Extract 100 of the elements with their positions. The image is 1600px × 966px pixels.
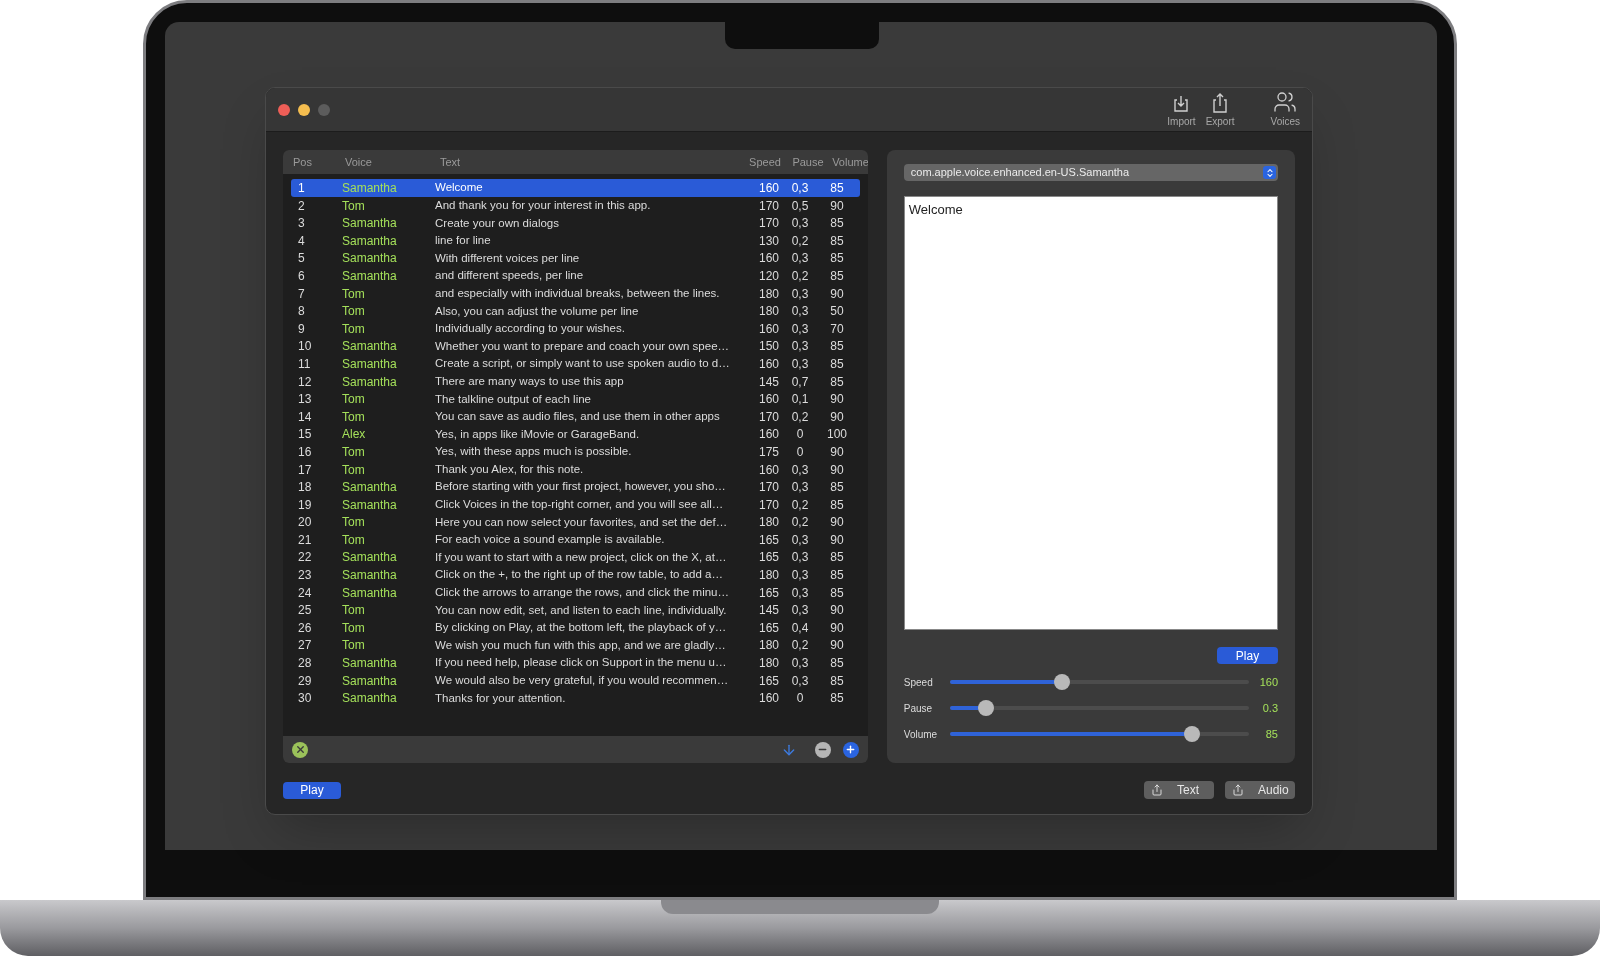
remove-row-button[interactable] [814, 741, 831, 758]
close-button[interactable] [278, 103, 290, 116]
table-cell-text: 10 [298, 338, 313, 356]
share-button[interactable]: Text [1144, 781, 1214, 799]
table-cell-text: Tom [342, 637, 366, 655]
table-row[interactable]: 23 Samantha Click on the +, to the right up of the row table, to add a… 180 0,3 85 [291, 566, 860, 584]
table-cell-text: 0 [795, 690, 805, 708]
text-area[interactable]: Welcome [903, 196, 1278, 630]
column-header[interactable]: Volume [828, 153, 868, 171]
table-cell-text: Tom [342, 531, 366, 549]
column-header[interactable]: Pause [788, 153, 828, 171]
table-cell-text: Tom [342, 320, 366, 338]
table-row[interactable]: 12 Samantha There are many ways to use this app 145 0,7 85 [291, 372, 860, 391]
table-row[interactable]: 29 Samantha We would also be very grateful, if you would recommen… 165 0,3 85 [291, 671, 860, 690]
table-row[interactable]: 20 Tom Here you can now select your favorites, and set the def… 180 0,2 90 [291, 513, 860, 531]
table-row[interactable]: 17 Tom Thank you Alex, for this note. 160 0,3 90 [291, 460, 860, 479]
table-row[interactable]: 4 Samantha line for line 130 0,2 85 [291, 231, 860, 250]
table-cell-text: You can save as audio files, and use them in other apps [435, 409, 721, 425]
table-row[interactable]: 24 Samantha Click the arrows to arrange the rows, and click the minu… 165 0,3 85 [291, 583, 860, 602]
table-cell-text: Samantha [342, 267, 398, 285]
table-cell-text: 160 [757, 355, 779, 373]
table-cell-text: 145 [757, 373, 779, 391]
column-header[interactable]: Speed [742, 153, 788, 171]
share-button[interactable]: Audio [1225, 781, 1295, 799]
table-cell-text: 0,2 [790, 514, 810, 532]
play-button[interactable]: Play [283, 781, 341, 799]
table-cell-text: 85 [829, 479, 845, 497]
table-cell-text: 170 [757, 215, 779, 233]
clear-button[interactable] [292, 741, 308, 758]
table-cell-text: 0,3 [790, 602, 810, 620]
table-cell-text: line for line [435, 233, 492, 249]
table-cell-text: 85 [829, 584, 845, 602]
table-row[interactable]: 25 Tom You can now edit, set, and listen to each line, individually. 145 0,3 90 [291, 601, 860, 619]
table-row[interactable]: 15 Alex Yes, in apps like iMovie or GarageBand. 160 0 100 [291, 425, 860, 443]
table-row[interactable]: 3 Samantha Create your own dialogs 170 0,3 85 [291, 214, 860, 232]
table-cell-text: Tom [342, 285, 366, 303]
table-cell-text: 9 [298, 320, 306, 338]
table-cell-text: 0,1 [790, 391, 810, 409]
table-cell-text: 0 [795, 426, 805, 444]
table-cell-text: 30 [298, 690, 313, 708]
table-cell-text: 165 [757, 672, 779, 690]
table-row[interactable]: 21 Tom For each voice a sound example is available. 165 0,3 90 [291, 530, 860, 549]
table-cell-text: 160 [757, 320, 779, 338]
table-row[interactable]: 19 Samantha Click Voices in the top-right corner, and you will see all… 170 0,2 85 [291, 495, 860, 514]
table-row[interactable]: 2 Tom And thank you for your interest in this app. 170 0,5 90 [291, 196, 860, 215]
slider-thumb[interactable] [1053, 674, 1070, 690]
table-row[interactable]: 27 Tom We wish you much fun with this app, and we are gladly… 180 0,2 90 [291, 636, 860, 655]
table-row[interactable]: 14 Tom You can save as audio files, and use them in other apps 170 0,2 90 [291, 407, 860, 426]
column-header[interactable]: Text [440, 153, 742, 171]
table-row[interactable]: 10 Samantha Whether you want to prepare and coach your own spee… 150 0,3 85 [291, 337, 860, 355]
slider-thumb[interactable] [977, 700, 994, 716]
table-cell-text: Here you can now select your favorites, and set the def… [435, 514, 729, 530]
table-cell-text: 12 [298, 373, 313, 391]
table-row[interactable]: 7 Tom and especially with individual breaks, between the lines. 180 0,3 90 [291, 284, 860, 303]
table-row[interactable]: 28 Samantha If you need help, please click on Support in the menu u… 180 0,3 85 [291, 654, 860, 672]
table-cell-text: 26 [298, 619, 313, 637]
table-cell-text: 180 [757, 637, 779, 655]
table-cell-text: Tom [342, 197, 366, 215]
table-row[interactable]: 30 Samantha Thanks for your attention. 160 0 85 [291, 689, 860, 707]
table-row[interactable]: 6 Samantha and different speeds, per line 120 0,2 85 [291, 266, 860, 285]
table-row[interactable]: 22 Samantha If you want to start with a new project, click on the X, at… 165 0,3 85 [291, 548, 860, 567]
table-row[interactable]: 11 Samantha Create a script, or simply want to use spoken audio to d… 160 0,3 85 [291, 354, 860, 373]
table-row[interactable]: 18 Samantha Before starting with your first project, however, you sho… 170 0,3 85 [291, 478, 860, 496]
column-header[interactable]: Pos [293, 153, 345, 171]
toolbar-button[interactable]: Export [1205, 92, 1235, 129]
table-row[interactable]: 1 Samantha Welcome 160 0,3 85 [291, 179, 860, 197]
table-cell-text: Samantha [342, 180, 398, 197]
table-row[interactable]: 13 Tom The talkline output of each line 160 0,1 90 [291, 390, 860, 408]
table-cell-text: Tom [342, 602, 366, 620]
table-row[interactable]: 8 Tom Also, you can adjust the volume per line 180 0,3 50 [291, 302, 860, 320]
table-cell-text: Samantha [342, 672, 398, 690]
table-row[interactable]: 26 Tom By clicking on Play, at the bottom left, the playback of y… 165 0,4 90 [291, 618, 860, 637]
voice-select[interactable]: com.apple.voice.enhanced.en-US.Samantha [903, 164, 1278, 181]
table-cell-text: 90 [829, 443, 845, 461]
table-cell-text: Create your own dialogs [435, 215, 560, 231]
toolbar-button[interactable]: Import [1167, 94, 1196, 129]
slider-reading: 0.3 [1262, 700, 1278, 716]
minimize-button[interactable] [298, 103, 310, 116]
table-cell-text: Alex [342, 426, 367, 444]
table-cell-text: Click Voices in the top-right corner, and you will see all… [435, 497, 725, 513]
table-cell-text: 160 [757, 426, 779, 444]
table-cell-text: 0,3 [790, 320, 810, 338]
add-row-button[interactable] [842, 741, 859, 758]
table-cell-text: 0,3 [790, 285, 810, 303]
table-cell-text: 165 [757, 549, 779, 567]
table-cell-text: 85 [829, 496, 845, 514]
table-row[interactable]: 16 Tom Yes, with these apps much is possible. 175 0 90 [291, 442, 860, 461]
toolbar-button[interactable]: Voices [1270, 90, 1300, 129]
table-cell-text: 1 [298, 180, 306, 197]
plus-icon [845, 744, 857, 755]
table-cell-text: 180 [757, 285, 779, 303]
table-cell-text: 0,2 [790, 408, 810, 426]
table-row[interactable]: 9 Tom Individually according to your wishes. 160 0,3 70 [291, 319, 860, 338]
table-cell-text: 0,3 [790, 479, 810, 497]
slider-thumb[interactable] [1183, 726, 1200, 742]
table-cell-text: Tom [342, 514, 366, 532]
table-row[interactable]: 5 Samantha With different voices per line 160 0,3 85 [291, 249, 860, 267]
column-header[interactable]: Voice [345, 153, 440, 171]
slider-reading: 160 [1259, 674, 1278, 690]
play-button[interactable]: Play [1217, 647, 1278, 664]
